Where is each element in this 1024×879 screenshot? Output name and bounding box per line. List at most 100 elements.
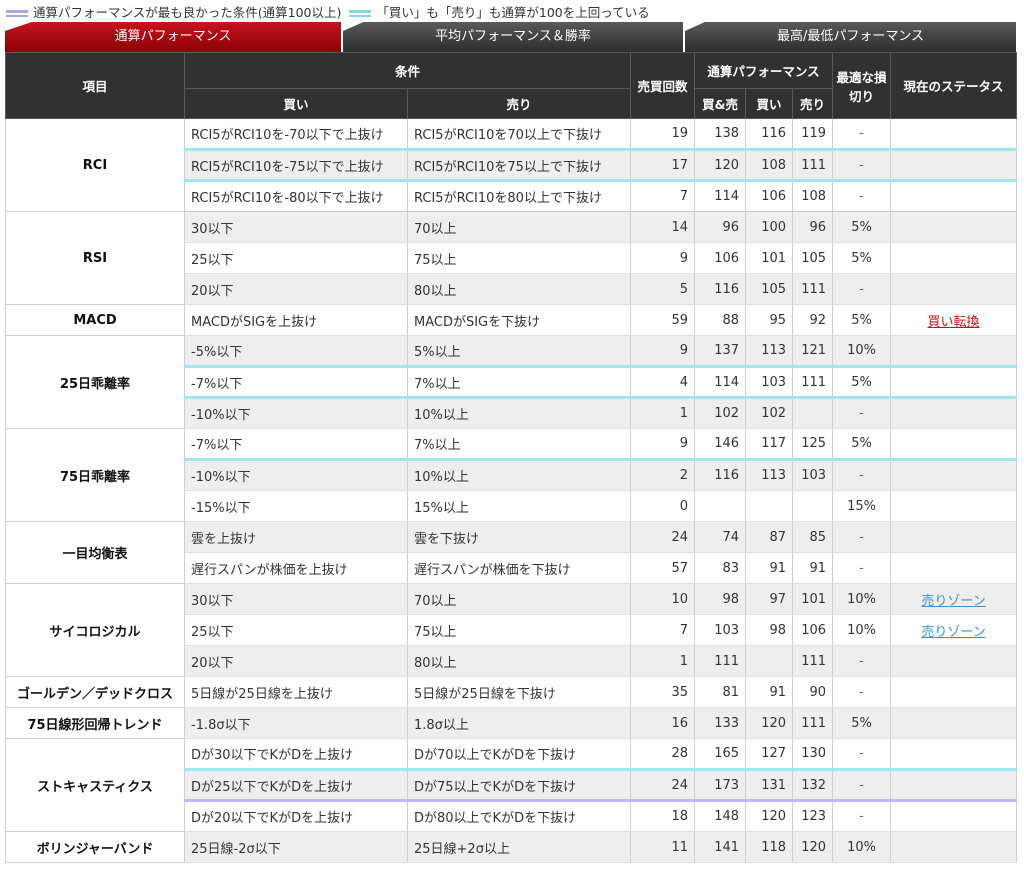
stop-loss: - [832, 397, 892, 429]
perf-buy: 131 [745, 769, 794, 802]
perf-buy: 106 [745, 180, 794, 212]
perf-both: 173 [694, 769, 747, 802]
perf-both: 81 [694, 676, 747, 708]
trade-count: 17 [630, 149, 696, 182]
header-trades: 売買回数 [630, 52, 696, 119]
stop-loss: 5% [832, 428, 892, 461]
table-row: 75日乖離率 -7%以下 7%以上 9 146 117 125 5% [5, 428, 1018, 522]
stop-loss: 5% [832, 211, 892, 243]
buy-condition: 5日線が25日線を上抜け [184, 676, 408, 708]
current-status [890, 180, 1018, 212]
purple-line-swatch-icon [6, 9, 28, 17]
current-status [890, 552, 1018, 584]
indicator-name: ボリンジャーバンド [5, 831, 185, 863]
perf-sell [792, 490, 834, 522]
sell-condition: 雲を下抜け [406, 521, 632, 553]
current-status [890, 242, 1018, 274]
trade-count: 5 [630, 273, 696, 305]
table-row: MACD MACDがSIGを上抜け MACDがSIGを下抜け 59 88 95 92 5% 買い… [5, 304, 1018, 336]
perf-buy: 101 [745, 242, 794, 274]
perf-sell: 125 [792, 428, 834, 461]
perf-both: 148 [694, 800, 747, 832]
indicator-name: 75日線形回帰トレンド [5, 707, 185, 739]
perf-sell: 130 [792, 738, 834, 771]
cyan-line-swatch-icon [349, 9, 372, 17]
status-link[interactable]: 買い転換 [928, 315, 980, 330]
perf-both: 88 [694, 304, 747, 336]
stop-loss: 10% [832, 335, 892, 368]
header-stoploss: 最適な損切り [832, 52, 892, 119]
perf-both: 74 [694, 521, 747, 553]
current-status: 売りゾーン [890, 614, 1018, 646]
status-link[interactable]: 売りゾーン [921, 625, 985, 640]
buy-condition: RCI5がRCI10を-80以下で上抜け [184, 180, 408, 212]
perf-both: 111 [694, 645, 747, 677]
perf-both: 138 [694, 118, 747, 151]
current-status [890, 645, 1018, 677]
tab-average-performance[interactable]: 平均パフォーマンス＆勝率 [343, 22, 683, 52]
perf-both: 146 [694, 428, 747, 461]
perf-sell: 103 [792, 459, 834, 491]
perf-sell: 85 [792, 521, 834, 553]
sell-condition: 10%以上 [406, 459, 632, 491]
header-performance: 通算パフォーマンス [694, 52, 834, 89]
trade-count: 24 [630, 769, 696, 802]
tab-total-performance[interactable]: 通算パフォーマンス [5, 22, 341, 52]
buy-condition: Dが20以下でKがDを上抜け [184, 800, 408, 832]
perf-buy: 97 [745, 583, 794, 615]
current-status [890, 521, 1018, 553]
header-item: 項目 [5, 52, 185, 119]
perf-both: 114 [694, 366, 747, 399]
trade-count: 11 [630, 831, 696, 863]
stop-loss: 10% [832, 583, 892, 615]
trade-count: 14 [630, 211, 696, 243]
table-row: RCI RCI5がRCI10を-70以下で上抜け RCI5がRCI10を70以上で下… [5, 118, 1018, 212]
perf-both: 116 [694, 273, 747, 305]
indicator-name: RSI [5, 211, 185, 305]
current-status [890, 490, 1018, 522]
sell-condition: 75以上 [406, 242, 632, 274]
sell-condition: Dが70以上でKがDを下抜け [406, 738, 632, 771]
table-row: サイコロジカル 30以下 70以上 10 98 97 101 10% 売りゾーン [5, 583, 1018, 677]
tab-max-min-performance[interactable]: 最高/最低パフォーマンス [685, 22, 1016, 52]
stop-loss: - [832, 521, 892, 553]
header-perf-sell: 売り [792, 88, 834, 119]
perf-buy: 113 [745, 335, 794, 368]
perf-both: 137 [694, 335, 747, 368]
current-status [890, 707, 1018, 739]
header-status: 現在のステータス [890, 52, 1018, 119]
perf-both [694, 490, 747, 522]
current-status [890, 800, 1018, 832]
buy-condition: -7%以下 [184, 366, 408, 399]
perf-both: 83 [694, 552, 747, 584]
stop-loss: - [832, 118, 892, 151]
sell-condition: 70以上 [406, 211, 632, 243]
buy-condition: 25以下 [184, 242, 408, 274]
status-link[interactable]: 売りゾーン [921, 594, 985, 609]
buy-condition: 25日線-2σ以下 [184, 831, 408, 863]
perf-sell: 96 [792, 211, 834, 243]
perf-buy [745, 490, 794, 522]
perf-sell: 91 [792, 552, 834, 584]
perf-sell: 108 [792, 180, 834, 212]
header-perf-both: 買&売 [694, 88, 747, 119]
sell-condition: 80以上 [406, 273, 632, 305]
trade-count: 10 [630, 583, 696, 615]
stop-loss: 15% [832, 490, 892, 522]
buy-condition: RCI5がRCI10を-70以下で上抜け [184, 118, 408, 151]
sell-condition: 1.8σ以上 [406, 707, 632, 739]
perf-buy: 95 [745, 304, 794, 336]
stop-loss: 10% [832, 831, 892, 863]
buy-condition: 雲を上抜け [184, 521, 408, 553]
buy-condition: -10%以下 [184, 397, 408, 429]
perf-buy [745, 645, 794, 677]
perf-both: 133 [694, 707, 747, 739]
trade-count: 4 [630, 366, 696, 399]
tab-bar: 通算パフォーマンス 平均パフォーマンス＆勝率 最高/最低パフォーマンス [5, 22, 1016, 52]
table-row: ボリンジャーバンド 25日線-2σ以下 25日線+2σ以上 11 141 118 120 10… [5, 831, 1018, 863]
perf-buy: 91 [745, 552, 794, 584]
stop-loss: - [832, 645, 892, 677]
perf-buy: 116 [745, 118, 794, 151]
trade-count: 16 [630, 707, 696, 739]
sell-condition: 5%以上 [406, 335, 632, 368]
